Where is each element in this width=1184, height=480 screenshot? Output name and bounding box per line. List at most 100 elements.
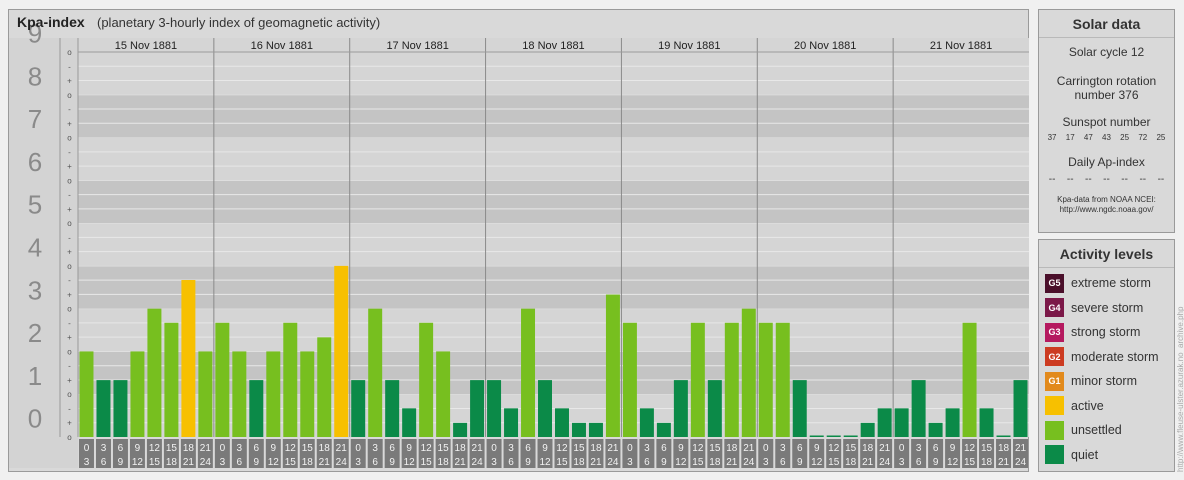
minor-tick-label: -: [68, 191, 71, 200]
time-slot-start: 21: [472, 443, 484, 454]
time-slot-end: 3: [899, 457, 905, 468]
minor-tick-label: o: [67, 176, 72, 185]
minor-tick-label: +: [67, 376, 72, 385]
kp-bar: [911, 380, 926, 437]
time-slot-start: 21: [1015, 443, 1027, 454]
level-band: [78, 52, 1029, 95]
kp-bar: [775, 322, 790, 437]
y-tick-label: 8: [28, 61, 42, 91]
y-tick-label: 7: [28, 104, 42, 134]
minor-tick-label: -: [68, 404, 71, 413]
kp-bar: [232, 351, 247, 437]
level-label: minor storm: [1071, 374, 1137, 389]
kp-bar: [639, 408, 654, 437]
kp-bar: [79, 351, 94, 437]
time-slot-start: 18: [862, 443, 874, 454]
carrington-line2: number 376: [1074, 88, 1139, 102]
time-slot-end: 24: [336, 457, 348, 468]
time-slot-start: 21: [879, 443, 891, 454]
kp-bar: [690, 322, 705, 437]
time-slot-start: 6: [389, 443, 395, 454]
time-slot-end: 21: [319, 457, 331, 468]
time-slot-end: 15: [149, 457, 161, 468]
time-slot-end: 12: [268, 457, 280, 468]
day-label: 21 Nov 1881: [930, 40, 992, 52]
time-slot-start: 21: [607, 443, 619, 454]
sunspot-value: 47: [1083, 133, 1093, 142]
ap-index-value: --: [1121, 174, 1128, 185]
time-slot-start: 3: [916, 443, 922, 454]
minor-tick-label: o: [67, 305, 72, 314]
sunspot-value: 25: [1156, 133, 1166, 142]
minor-tick-label: -: [68, 233, 71, 242]
kp-bar: [419, 322, 434, 437]
time-slot-start: 6: [525, 443, 531, 454]
sunspot-title: Sunspot number: [1062, 115, 1151, 129]
level-swatch: [1045, 420, 1064, 440]
activity-levels-list: G5 extreme storm G4 severe storm G3 strong st…: [1039, 271, 1174, 467]
kp-bar: [521, 308, 536, 437]
time-slot-end: 12: [132, 457, 144, 468]
sunspot-value: 25: [1120, 133, 1130, 142]
kp-bar: [215, 322, 230, 437]
y-tick-label: 6: [28, 147, 42, 177]
time-slot-start: 9: [950, 443, 956, 454]
solar-cycle: Solar cycle 12: [1068, 45, 1145, 59]
level-band: [78, 265, 1029, 309]
time-slot-start: 21: [743, 443, 755, 454]
time-slot-start: 9: [271, 443, 277, 454]
kp-bar: [504, 408, 519, 437]
minor-tick-label: -: [68, 148, 71, 157]
kp-bar: [588, 422, 603, 437]
time-slot-end: 24: [200, 457, 212, 468]
kp-bar: [928, 422, 943, 437]
time-slot-start: 0: [84, 443, 90, 454]
chart-subtitle: (planetary 3-hourly index of geomagnetic…: [97, 15, 381, 30]
time-slot-end: 24: [472, 457, 484, 468]
time-slot-end: 24: [743, 457, 755, 468]
time-slot-end: 6: [644, 457, 650, 468]
kp-bar: [962, 322, 977, 437]
time-slot-end: 12: [947, 457, 959, 468]
time-slot-end: 18: [845, 457, 857, 468]
activity-level-item: G3 strong storm: [1039, 320, 1174, 345]
kp-bar: [249, 380, 264, 437]
level-swatch: G5: [1045, 273, 1064, 293]
time-slot-start: 15: [845, 443, 857, 454]
day-label: 20 Nov 1881: [794, 40, 856, 52]
solar-data-title: Solar data: [1039, 10, 1174, 38]
kp-bar: [317, 337, 332, 437]
kp-bar: [385, 380, 400, 437]
time-slot-end: 9: [661, 457, 667, 468]
ap-index-title: Daily Ap-index: [1068, 155, 1145, 169]
time-slot-start: 15: [166, 443, 178, 454]
minor-tick-label: +: [67, 162, 72, 171]
kp-bar: [538, 380, 552, 437]
kp-bar: [470, 380, 485, 437]
kp-bar: [147, 308, 162, 437]
kp-chart: 0123456789o+o+-o+-o+-o+-o+-o+-o+-o+-o-15…: [9, 19, 1029, 468]
time-slot-start: 3: [780, 443, 786, 454]
kp-bar: [707, 380, 722, 437]
kp-bar: [571, 422, 586, 437]
kp-bar: [283, 322, 298, 437]
kp-bar: [605, 294, 620, 437]
time-slot-start: 9: [678, 443, 684, 454]
level-label: severe storm: [1071, 300, 1144, 315]
sunspot-value: 43: [1102, 133, 1111, 142]
minor-tick-label: o: [67, 91, 72, 100]
minor-tick-label: +: [67, 419, 72, 428]
day-label: 16 Nov 1881: [251, 40, 313, 52]
chart-title: Kpa-index: [17, 14, 85, 30]
kp-bar: [945, 408, 960, 437]
minor-tick-label: +: [67, 290, 72, 299]
time-slot-start: 12: [149, 443, 161, 454]
time-slot-end: 3: [491, 457, 497, 468]
level-label: strong storm: [1071, 325, 1141, 340]
time-slot-end: 12: [404, 457, 416, 468]
time-slot-start: 6: [933, 443, 939, 454]
time-slot-start: 15: [573, 443, 585, 454]
sunspot-value: 17: [1065, 133, 1075, 142]
time-slot-end: 6: [508, 457, 514, 468]
time-slot-end: 18: [573, 457, 585, 468]
